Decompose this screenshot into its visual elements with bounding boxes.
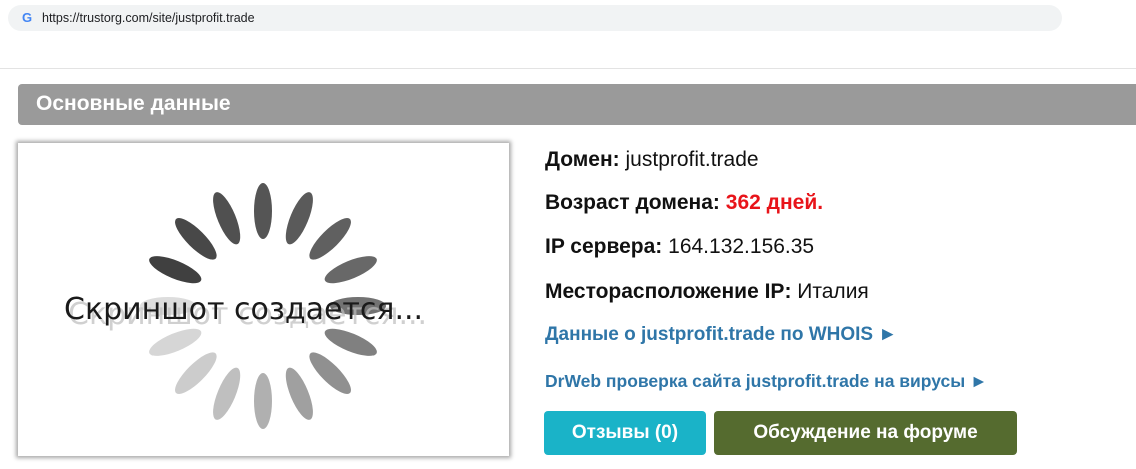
spinner-petal [324,256,377,284]
spinner-petal [213,367,241,420]
drweb-link[interactable]: DrWeb проверка сайта justprofit.trade на… [545,370,987,392]
domain-age-value: 362 дней. [725,191,824,214]
spinner-petal [309,352,351,394]
spinner-petal [149,256,202,284]
placeholder-text: Скриншот создается... [64,292,423,327]
google-g-icon: G [21,10,33,25]
domain-age-label: Возраст домена: [545,191,720,214]
spinner-petal [213,192,241,245]
spinner-petal [254,183,272,239]
whois-link[interactable]: Данные о justprofit.trade по WHOIS ► [545,323,897,347]
address-bar[interactable]: G https://trustorg.com/site/justprofit.t… [8,5,1062,31]
divider [0,68,1136,69]
location-value: Италия [797,280,869,303]
domain-row: Домен: justprofit.trade [545,147,759,173]
section-title: Основные данные [36,92,231,115]
spinner-petal [175,218,217,260]
spinner-petal [254,373,272,429]
ip-value: 164.132.156.35 [668,235,815,258]
location-row: Месторасположение IP: Италия [545,279,869,305]
url-text[interactable]: https://trustorg.com/site/justprofit.tra… [42,10,255,26]
forum-discussion-button[interactable]: Обсуждение на форуме [714,411,1017,455]
loading-spinner-icon: Скриншот создается... Скриншот создается… [64,183,427,429]
spinner-petal [309,218,351,260]
location-label: Месторасположение IP: [545,280,792,303]
domain-label: Домен: [545,148,620,171]
spinner-petal [285,192,313,245]
section-header: Основные данные [18,84,1136,125]
reviews-button[interactable]: Отзывы (0) [544,411,706,455]
spinner-petal [175,352,217,394]
domain-age-row: Возраст домена: 362 дней. [545,190,823,216]
spinner-petal [285,367,313,420]
domain-value: justprofit.trade [625,148,759,171]
ip-label: IP сервера: [545,235,663,258]
ip-row: IP сервера: 164.132.156.35 [545,234,814,260]
site-screenshot: Скриншот создается... Скриншот создается… [18,143,509,456]
